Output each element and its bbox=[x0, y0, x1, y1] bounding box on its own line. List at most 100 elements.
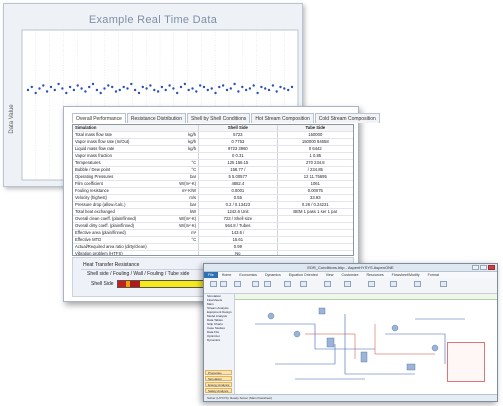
ribbon-icon[interactable] bbox=[390, 281, 397, 287]
header-shell: Shell Side bbox=[199, 125, 278, 131]
table-cell-tube bbox=[278, 237, 353, 243]
ribbon-icon[interactable] bbox=[344, 281, 351, 287]
table-cell-unit bbox=[174, 153, 200, 159]
table-cell-shell: 5 5.00577 bbox=[199, 174, 278, 180]
nav-item[interactable]: Dynamics bbox=[204, 338, 234, 342]
ribbon-icon[interactable] bbox=[440, 281, 447, 287]
data-point bbox=[206, 88, 209, 92]
window-title: EDR_Conditions.bkp - AspenHYSYS AspenONE bbox=[307, 265, 394, 270]
data-point bbox=[45, 90, 49, 93]
table-cell-tube: 150000 84658 bbox=[301, 139, 329, 144]
data-point bbox=[237, 90, 240, 93]
table-row: Overall dirty coeff. (plain/finned) W/(m²… bbox=[73, 223, 353, 230]
resistance-bar-label: Shell Side bbox=[91, 281, 114, 287]
equipment-icon[interactable] bbox=[391, 324, 399, 332]
ribbon-icon[interactable] bbox=[210, 281, 217, 287]
maximize-icon[interactable] bbox=[480, 265, 487, 270]
table-cell-unit: °C bbox=[174, 237, 200, 243]
data-point bbox=[244, 88, 248, 92]
data-point bbox=[233, 82, 236, 86]
header-label: Simulation bbox=[75, 125, 97, 130]
table-cell-label: Vibration problem (HTFS) bbox=[75, 251, 123, 256]
equipment-icon[interactable] bbox=[406, 363, 416, 371]
table-cell-tube: BEM 1 pass 1 ser 1 par bbox=[293, 209, 338, 214]
equipment-icon[interactable] bbox=[267, 312, 275, 320]
equipment-icon[interactable] bbox=[293, 330, 301, 338]
nav-block-safety[interactable]: Safety Analysis bbox=[205, 388, 232, 393]
table-cell-tube: 150000 bbox=[308, 132, 323, 137]
data-point bbox=[76, 84, 79, 87]
table-cell-label: Overall clean coeff. (plain/finned) bbox=[75, 216, 137, 221]
ribbon-icon[interactable] bbox=[234, 281, 241, 287]
table-cell-shell: 0.99 bbox=[199, 244, 278, 250]
table-cell-tube: 0.26 / 0.24231 bbox=[301, 202, 329, 207]
table-cell-label: Vapor mass flow rate (In/Out) bbox=[75, 139, 130, 144]
minimize-icon[interactable] bbox=[472, 265, 479, 270]
table-cell-label: Actual/Required area ratio (dirty/clean) bbox=[75, 244, 147, 249]
table-cell-tube bbox=[278, 223, 353, 229]
table-cell-tube bbox=[278, 251, 353, 255]
equipment-icon[interactable] bbox=[326, 337, 335, 348]
ribbon-icon[interactable] bbox=[368, 281, 375, 287]
ribbon-icon[interactable] bbox=[414, 281, 421, 287]
table-cell-shell: 0 0.31 bbox=[199, 153, 278, 159]
data-point bbox=[256, 91, 259, 95]
tab-shell-by-shell[interactable]: Shell by Shell Conditions bbox=[187, 113, 251, 123]
flowsheet-toolbar bbox=[235, 294, 497, 300]
data-point bbox=[84, 90, 87, 93]
table-row: Bubble / Dew point °C 158.77 / / 234.85 bbox=[73, 167, 353, 174]
tab-hot-stream-composition[interactable]: Hot Stream Composition bbox=[251, 113, 314, 123]
table-row: Actual/Required area ratio (dirty/clean)… bbox=[73, 244, 353, 251]
data-point bbox=[99, 91, 102, 95]
equipment-icon[interactable] bbox=[360, 351, 368, 363]
table-cell-unit: W/(m²·K) bbox=[174, 223, 200, 229]
table-cell-tube: 0.00075 bbox=[307, 188, 323, 193]
close-icon[interactable] bbox=[488, 265, 495, 270]
tab-strip: Overall Performance Resistance Distribut… bbox=[72, 113, 381, 123]
data-point bbox=[275, 90, 278, 93]
nav-block-properties[interactable]: Properties bbox=[205, 370, 232, 375]
table-header: Simulation Shell Side Tube Side bbox=[73, 125, 353, 132]
data-point bbox=[225, 88, 229, 92]
data-point bbox=[221, 84, 225, 87]
table-row: Film coefficient W/(m²·K) 4882.4 1061 bbox=[73, 181, 353, 188]
ribbon-icon[interactable] bbox=[264, 281, 271, 287]
ribbon-icon[interactable] bbox=[300, 281, 307, 287]
table-row: Velocity (highest) m/s 0.55 33.93 bbox=[73, 195, 353, 202]
header-unit bbox=[174, 125, 200, 131]
data-point bbox=[137, 91, 141, 95]
table-cell-shell: 5723 bbox=[199, 132, 278, 138]
table-cell-shell: 15.61 bbox=[199, 237, 278, 243]
data-point bbox=[195, 90, 198, 93]
table-cell-label: Film coefficient bbox=[75, 181, 103, 186]
ribbon-icon[interactable] bbox=[284, 281, 291, 287]
data-point bbox=[264, 87, 267, 90]
table-cell-unit: °C bbox=[174, 160, 200, 166]
table-cell-label: Pressure drop (allow./calc.) bbox=[75, 202, 126, 207]
equipment-icon[interactable] bbox=[431, 344, 439, 352]
ribbon-icon[interactable] bbox=[324, 281, 331, 287]
header-tube: Tube Side bbox=[305, 125, 326, 130]
status-bar: Solver (HYSYS): Ready Solver (Main Flows… bbox=[204, 394, 497, 401]
nav-block-simulation[interactable]: Simulation bbox=[205, 376, 232, 381]
equipment-icon[interactable] bbox=[318, 307, 326, 315]
data-point bbox=[130, 82, 133, 86]
tab-resistance-distribution[interactable]: Resistance Distribution bbox=[126, 113, 186, 123]
ribbon-icon[interactable] bbox=[220, 281, 227, 287]
data-point bbox=[229, 87, 232, 90]
tab-cold-stream-composition[interactable]: Cold Stream Composition bbox=[314, 113, 380, 123]
table-cell-shell: 1242.6 Unit bbox=[199, 209, 278, 215]
ribbon-icon[interactable] bbox=[252, 281, 259, 287]
table-cell-label: Total heat exchanged bbox=[75, 209, 115, 214]
table-row: Effective area (plain/finned) m² 143.6 / bbox=[73, 230, 353, 237]
performance-table: Simulation Shell Side Tube Side Total ma… bbox=[72, 124, 354, 256]
data-point bbox=[68, 85, 72, 89]
table-cell-label: Effective MTD bbox=[75, 237, 102, 242]
data-point bbox=[271, 84, 275, 87]
data-point bbox=[252, 84, 255, 87]
tab-overall-performance[interactable]: Overall Performance bbox=[72, 113, 126, 123]
data-point bbox=[122, 85, 125, 89]
wall-segment bbox=[130, 281, 140, 287]
flowsheet-canvas[interactable] bbox=[235, 294, 497, 395]
nav-block-energy[interactable]: Energy Analysis bbox=[205, 382, 232, 387]
